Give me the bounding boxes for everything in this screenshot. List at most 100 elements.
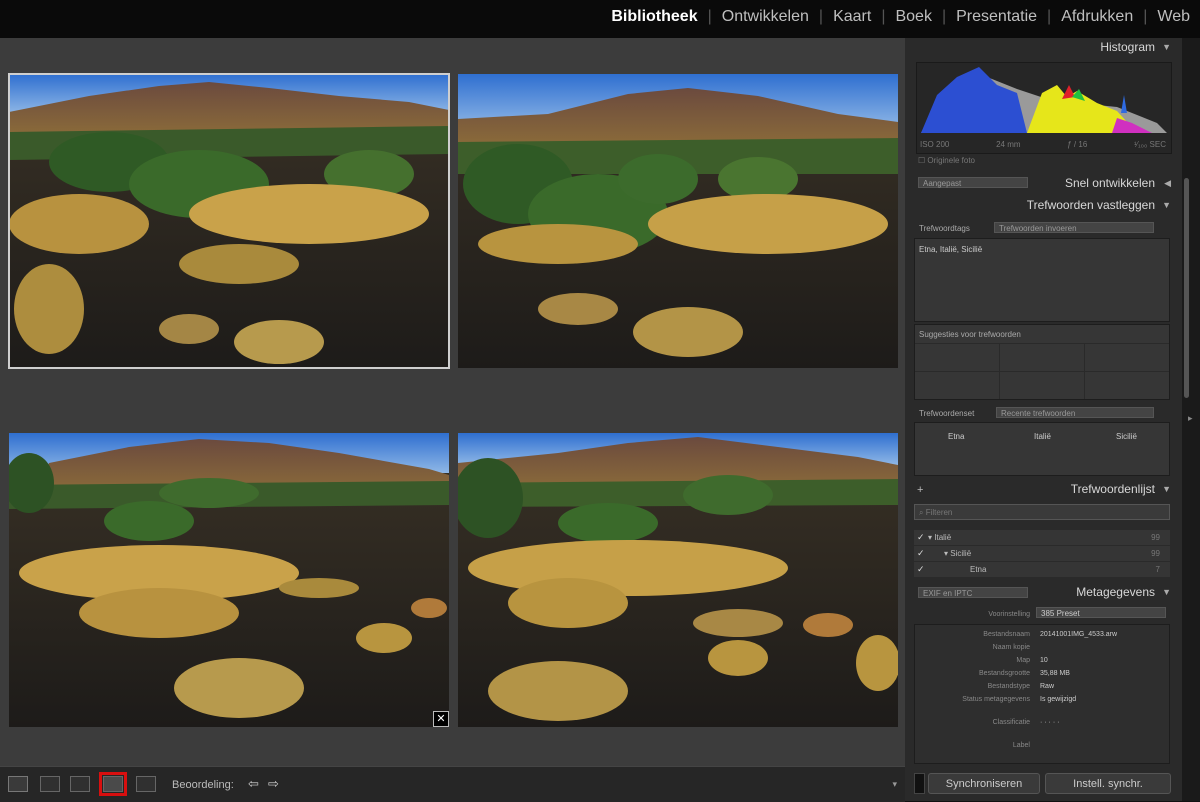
- original-photo-checkbox[interactable]: ☐ Originele foto: [918, 156, 975, 165]
- photo-thumbnail: [458, 433, 898, 727]
- metadata-key: Label: [1012, 742, 1030, 749]
- toolbar: Beoordeling: ⇦ ⇨ ▾: [0, 766, 905, 802]
- keyword-row[interactable]: ✓ ▾ Italië 99: [914, 530, 1170, 545]
- module-book[interactable]: Boek: [893, 8, 933, 26]
- compare-view-button[interactable]: [70, 776, 90, 792]
- auto-sync-toggle[interactable]: [914, 773, 925, 794]
- keyword-tags-label: Trefwoordtags: [919, 224, 970, 233]
- module-develop[interactable]: Ontwikkelen: [720, 8, 811, 26]
- metadata-key: Status metagegevens: [962, 696, 1030, 703]
- panel-collapse-icon[interactable]: ▸: [1188, 413, 1193, 424]
- module-web[interactable]: Web: [1155, 8, 1192, 26]
- sync-button[interactable]: Synchroniseren: [928, 773, 1040, 794]
- metadata-key: Map: [1016, 657, 1030, 664]
- rotate-left-icon[interactable]: ⇦: [248, 776, 259, 792]
- photo-thumbnail: [458, 74, 898, 368]
- keywording-title: Trefwoorden vastleggen: [1026, 198, 1155, 212]
- rotate-right-icon[interactable]: ⇨: [268, 776, 279, 792]
- keyword-tags-field[interactable]: Etna, Italië, Sicilië: [914, 238, 1170, 322]
- search-icon: ⌕: [919, 508, 926, 517]
- keyword-filter-input[interactable]: ⌕ Filteren: [914, 504, 1170, 520]
- metadata-key: Classificatie: [992, 719, 1030, 726]
- keyword-row[interactable]: ✓ ▾ Sicilië 99: [914, 546, 1170, 561]
- module-library[interactable]: Bibliotheek: [609, 8, 699, 26]
- keyword-count: 99: [1151, 533, 1160, 542]
- checkmark-icon: ✓: [917, 564, 925, 574]
- suggestions-label: Suggesties voor trefwoorden: [919, 330, 1021, 339]
- people-view-button[interactable]: [136, 776, 156, 792]
- separator: |: [941, 8, 947, 25]
- keyword-set-item[interactable]: Etna: [948, 432, 964, 441]
- module-print[interactable]: Afdrukken: [1059, 8, 1135, 26]
- sync-settings-button[interactable]: Instell. synchr.: [1045, 773, 1171, 794]
- rating-stars[interactable]: · · · · ·: [1040, 719, 1059, 726]
- iso-value: ISO 200: [920, 140, 950, 149]
- keyword-set-grid: Etna Italië Sicilië: [914, 422, 1170, 476]
- loupe-view-button[interactable]: [40, 776, 60, 792]
- separator: |: [881, 8, 886, 25]
- metadata-default-select[interactable]: 385 Preset: [1036, 607, 1166, 618]
- metadata-header[interactable]: Metagegevens ▼: [913, 583, 1175, 601]
- histogram-header[interactable]: Histogram ▼: [913, 38, 1175, 56]
- metadata-preset-label: Voorinstelling: [988, 611, 1030, 618]
- keyword-set-select[interactable]: Recente trefwoorden: [996, 407, 1154, 418]
- separator: |: [707, 8, 712, 25]
- quick-develop-title: Snel ontwikkelen: [1064, 176, 1155, 190]
- photo-cell-3[interactable]: ✕: [9, 433, 449, 727]
- keyword-set-item[interactable]: Italië: [1034, 432, 1051, 441]
- metadata-value[interactable]: 10: [1040, 657, 1048, 664]
- keyword-list-title: Trefwoordenlijst: [1070, 482, 1155, 496]
- keyword-row[interactable]: ✓ Etna 7: [914, 562, 1170, 577]
- keyword-filter-placeholder: Filteren: [925, 508, 953, 517]
- divider: [915, 343, 1169, 344]
- photo-thumbnail: [9, 433, 449, 727]
- photo-cell-1[interactable]: [8, 73, 450, 369]
- module-bar: Bibliotheek | Ontwikkelen | Kaart | Boek…: [0, 0, 1200, 38]
- separator: |: [1143, 8, 1148, 25]
- photo-thumbnail: [9, 74, 449, 368]
- toolbar-menu-icon[interactable]: ▾: [892, 779, 897, 790]
- keyword-suggestions: Suggesties voor trefwoorden: [914, 324, 1170, 400]
- scrollbar-thumb[interactable]: [1184, 178, 1189, 398]
- keyword-name: Etna: [970, 565, 987, 574]
- survey-view-button[interactable]: [99, 772, 127, 796]
- metadata-key: Bestandsgrootte: [979, 670, 1030, 677]
- module-slideshow[interactable]: Presentatie: [954, 8, 1039, 26]
- divider: [915, 371, 1169, 372]
- module-picker: Bibliotheek | Ontwikkelen | Kaart | Boek…: [609, 8, 1192, 26]
- metadata-title: Metagegevens: [1076, 585, 1155, 599]
- keyword-tags-value: Etna, Italië, Sicilië: [919, 245, 983, 254]
- metadata-value[interactable]: Raw: [1040, 683, 1054, 690]
- metadata-value[interactable]: Is gewijzigd: [1040, 696, 1076, 703]
- close-icon[interactable]: ✕: [433, 711, 449, 727]
- keyword-list-header[interactable]: Trefwoordenlijst ▼: [913, 480, 1175, 498]
- keyword-set-label: Trefwoordenset: [919, 409, 975, 418]
- metadata-value[interactable]: 35,88 MB: [1040, 670, 1070, 677]
- histogram-info: ISO 200 24 mm ƒ / 16 ¹⁄₁₀₀ SEC: [920, 140, 1166, 149]
- keyword-count: 99: [1151, 549, 1160, 558]
- photo-cell-2[interactable]: [458, 74, 898, 368]
- keyword-count: 7: [1155, 565, 1160, 574]
- histogram-title: Histogram: [1100, 40, 1155, 54]
- separator: |: [1047, 8, 1052, 25]
- separator: |: [818, 8, 824, 25]
- keywording-header[interactable]: Trefwoorden vastleggen ▼: [913, 196, 1175, 214]
- metadata-key: Bestandsnaam: [983, 631, 1030, 638]
- original-photo-label: Originele foto: [927, 156, 975, 165]
- survey-view: ✕: [0, 38, 905, 766]
- keyword-set-item[interactable]: Sicilië: [1116, 432, 1137, 441]
- module-map[interactable]: Kaart: [831, 8, 873, 26]
- metadata-value[interactable]: 20141001IMG_4533.arw: [1040, 631, 1117, 638]
- photo-cell-4[interactable]: [458, 433, 898, 727]
- quick-develop-header[interactable]: Snel ontwikkelen ◀: [913, 174, 1175, 192]
- collapse-icon: ▼: [1162, 484, 1171, 494]
- keyword-tags-select[interactable]: Trefwoorden invoeren: [994, 222, 1154, 233]
- rating-label: Beoordeling:: [172, 779, 234, 791]
- keyword-name: ▾ Sicilië: [944, 549, 972, 558]
- grid-view-button[interactable]: [8, 776, 28, 792]
- panel-scrollbar[interactable]: ▸: [1182, 38, 1200, 801]
- keyword-name: ▾ Italië: [928, 533, 952, 542]
- collapse-icon: ▼: [1162, 42, 1171, 52]
- expand-icon: ◀: [1164, 178, 1171, 188]
- shutter-value: ¹⁄₁₀₀ SEC: [1133, 140, 1166, 149]
